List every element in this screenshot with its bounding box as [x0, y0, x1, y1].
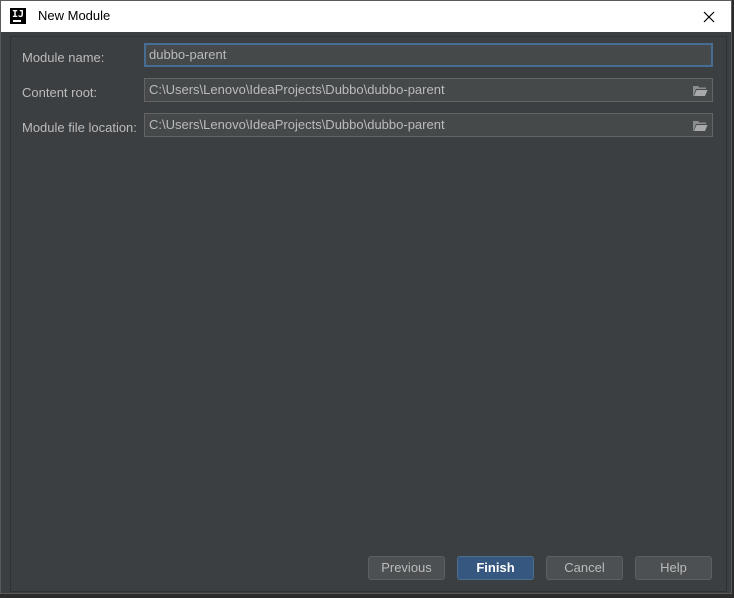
- new-module-dialog: IJ New Module Module name: dubbo-parent …: [0, 0, 732, 594]
- folder-open-icon[interactable]: [692, 119, 708, 132]
- close-icon: [703, 11, 715, 22]
- help-button[interactable]: Help: [635, 556, 712, 580]
- module-name-value: dubbo-parent: [149, 47, 227, 62]
- module-file-location-input[interactable]: C:\Users\Lenovo\IdeaProjects\Dubbo\dubbo…: [144, 113, 713, 137]
- content-root-label: Content root:: [22, 85, 98, 100]
- module-file-location-label: Module file location:: [22, 120, 137, 135]
- finish-button[interactable]: Finish: [457, 556, 534, 580]
- module-name-input[interactable]: dubbo-parent: [144, 43, 713, 67]
- window-title: New Module: [38, 8, 111, 23]
- cancel-button[interactable]: Cancel: [546, 556, 623, 580]
- intellij-logo-icon: IJ: [10, 8, 26, 24]
- dialog-content: Module name: dubbo-parent Content root: …: [10, 36, 727, 592]
- close-button[interactable]: [687, 1, 731, 32]
- title-bar[interactable]: IJ New Module: [1, 1, 731, 32]
- content-root-value: C:\Users\Lenovo\IdeaProjects\Dubbo\dubbo…: [149, 82, 445, 97]
- content-root-input[interactable]: C:\Users\Lenovo\IdeaProjects\Dubbo\dubbo…: [144, 78, 713, 102]
- previous-button[interactable]: Previous: [368, 556, 445, 580]
- module-file-location-value: C:\Users\Lenovo\IdeaProjects\Dubbo\dubbo…: [149, 117, 445, 132]
- folder-open-icon[interactable]: [692, 84, 708, 97]
- module-name-label: Module name:: [22, 50, 105, 65]
